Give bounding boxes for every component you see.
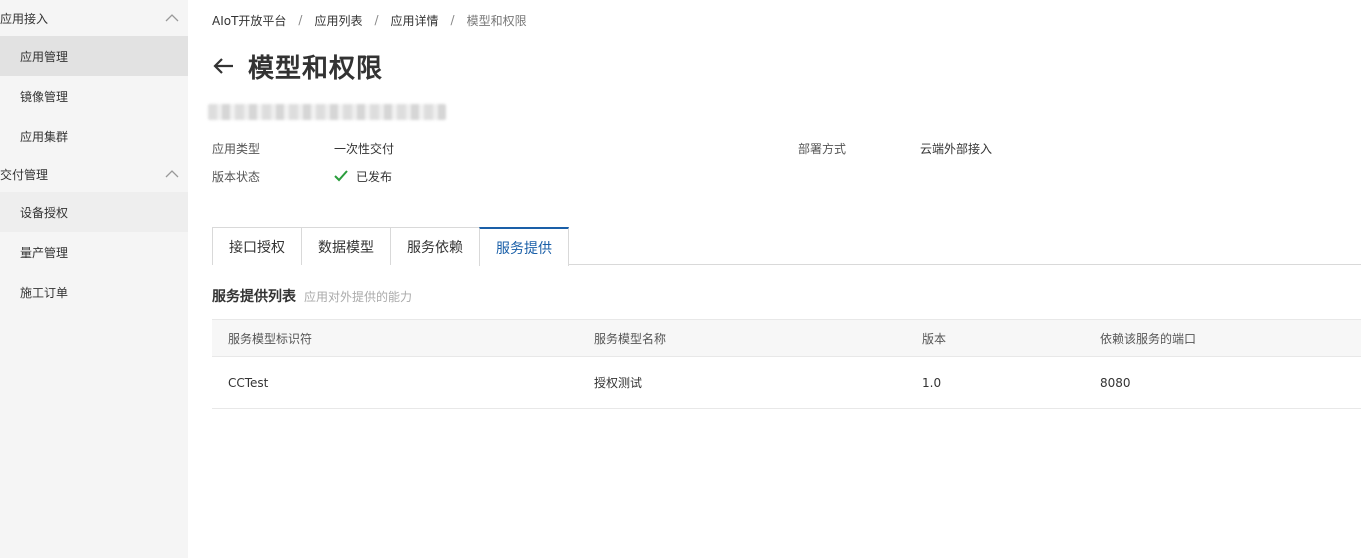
sidebar-item-device-auth[interactable]: 设备授权 bbox=[0, 192, 188, 232]
page-header: 模型和权限 bbox=[212, 48, 383, 84]
breadcrumb-item-app-list[interactable]: 应用列表 bbox=[314, 12, 362, 29]
sidebar-group-delivery[interactable]: 交付管理 bbox=[0, 156, 188, 192]
main-content: AIoT开放平台 / 应用列表 / 应用详情 / 模型和权限 模型和权限 应用类… bbox=[188, 0, 1361, 558]
section-title: 服务提供列表 bbox=[212, 289, 296, 305]
arrow-left-icon[interactable] bbox=[212, 54, 236, 78]
breadcrumb-separator: / bbox=[374, 13, 379, 27]
section-subtitle: 应用对外提供的能力 bbox=[304, 290, 413, 304]
sidebar-group-title: 交付管理 bbox=[0, 167, 49, 182]
breadcrumb-separator: / bbox=[298, 13, 303, 27]
chevron-up-icon[interactable] bbox=[165, 11, 179, 25]
sidebar: 应用接入 应用管理 镜像管理 应用集群 交付管理 设备授权 量产管理 施工订单 bbox=[0, 0, 188, 558]
sidebar-item-app-cluster[interactable]: 应用集群 bbox=[0, 116, 188, 156]
tab-interface-auth[interactable]: 接口授权 bbox=[212, 227, 302, 265]
breadcrumb-separator: / bbox=[450, 13, 455, 27]
meta-deploy-method: 部署方式 bbox=[798, 142, 847, 156]
table-header: 服务模型标识符 服务模型名称 版本 依赖该服务的端口 bbox=[212, 319, 1361, 357]
breadcrumb-item-current: 模型和权限 bbox=[466, 13, 527, 28]
sidebar-item-construction-order[interactable]: 施工订单 bbox=[0, 272, 188, 312]
section-header: 服务提供列表 应用对外提供的能力 bbox=[212, 286, 412, 306]
chevron-up-icon[interactable] bbox=[165, 167, 179, 181]
table-cell: CCTest bbox=[228, 375, 269, 390]
check-icon bbox=[334, 170, 348, 182]
sidebar-item-mass-production[interactable]: 量产管理 bbox=[0, 232, 188, 272]
page-title: 模型和权限 bbox=[248, 53, 384, 84]
sidebar-item-app-management[interactable]: 应用管理 bbox=[0, 36, 188, 76]
redacted-app-id bbox=[208, 104, 446, 120]
tab-data-model[interactable]: 数据模型 bbox=[301, 227, 391, 265]
table-cell: 授权测试 bbox=[594, 376, 643, 390]
table-cell: 8080 bbox=[1100, 375, 1131, 390]
column-header: 服务模型名称 bbox=[594, 331, 667, 346]
meta-app-type-value: 一次性交付 bbox=[334, 142, 395, 156]
column-header: 服务模型标识符 bbox=[228, 331, 313, 346]
sidebar-item-image-management[interactable]: 镜像管理 bbox=[0, 76, 188, 116]
breadcrumb: AIoT开放平台 / 应用列表 / 应用详情 / 模型和权限 bbox=[212, 12, 527, 28]
column-header: 依赖该服务的端口 bbox=[1100, 331, 1197, 346]
tab-service-provide[interactable]: 服务提供 bbox=[479, 227, 569, 266]
status-badge: 已发布 bbox=[356, 170, 393, 184]
meta-deploy-method-value: 云端外部接入 bbox=[920, 142, 993, 156]
tab-service-dependency[interactable]: 服务依赖 bbox=[390, 227, 480, 265]
table-cell: 1.0 bbox=[922, 375, 942, 390]
column-header: 版本 bbox=[922, 331, 947, 346]
meta-version-status: 版本状态 bbox=[212, 170, 261, 184]
breadcrumb-item-platform[interactable]: AIoT开放平台 bbox=[212, 12, 286, 29]
sidebar-group-app-access[interactable]: 应用接入 bbox=[0, 0, 188, 36]
service-table: 服务模型标识符 服务模型名称 版本 依赖该服务的端口 CCTest 授权测试 1… bbox=[212, 319, 1361, 409]
tab-bar: 接口授权 数据模型 服务依赖 服务提供 bbox=[212, 227, 1361, 266]
sidebar-group-title: 应用接入 bbox=[0, 11, 49, 26]
table-row: CCTest 授权测试 1.0 8080 bbox=[212, 357, 1361, 409]
meta-app-type: 应用类型 bbox=[212, 140, 260, 157]
breadcrumb-item-app-detail[interactable]: 应用详情 bbox=[391, 12, 439, 29]
meta-label: 应用类型 bbox=[212, 142, 261, 156]
meta-version-status-value: 已发布 bbox=[334, 168, 392, 185]
